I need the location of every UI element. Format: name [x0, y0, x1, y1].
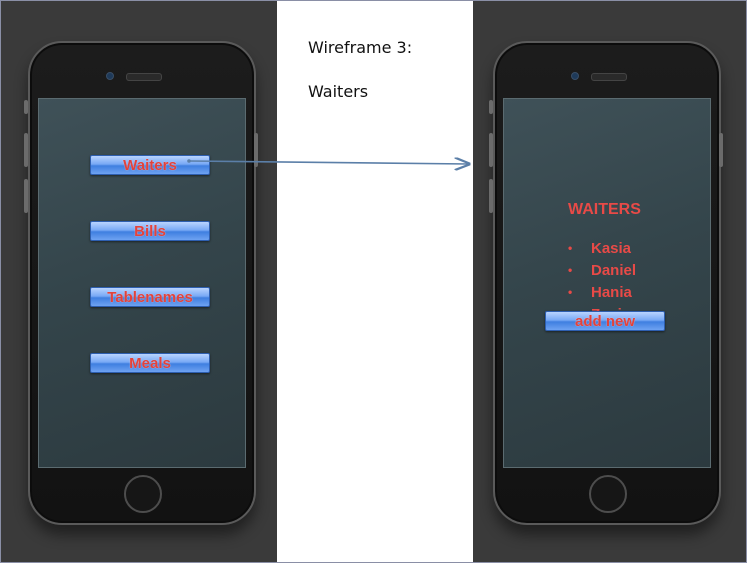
slide-frame: Wireframe 3: Waiters Waiters Bills Table…: [0, 0, 747, 563]
navigation-arrow: [187, 1, 746, 562]
arrow-start-dot: [187, 159, 191, 163]
arrow-line: [188, 161, 469, 164]
